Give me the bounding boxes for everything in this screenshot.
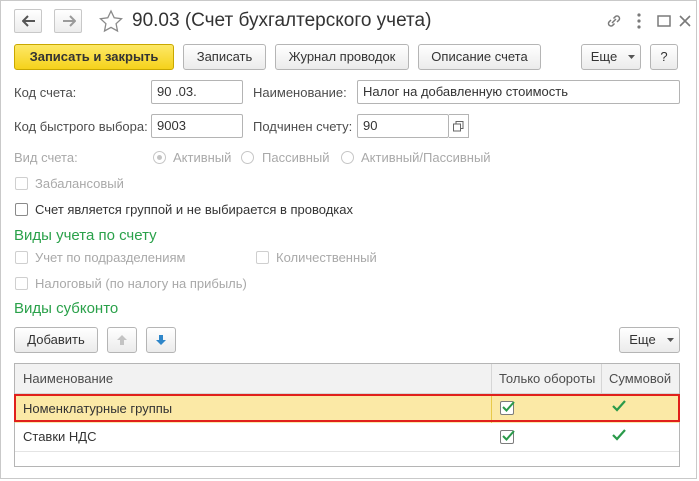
subconto-section-title: Виды субконто	[14, 300, 119, 317]
subconto-table: Наименование Только обороты Суммовой Ном…	[14, 363, 680, 467]
column-divider	[601, 364, 602, 394]
is-group-checkbox[interactable]	[15, 203, 28, 216]
maximize-icon[interactable]	[654, 11, 674, 31]
account-code-label: Код счета:	[14, 85, 77, 100]
turnover-only-checkbox[interactable]	[500, 430, 515, 444]
open-parent-button[interactable]	[449, 114, 469, 138]
subconto-more-button[interactable]: Еще	[619, 327, 680, 353]
back-button[interactable]	[14, 9, 42, 33]
type-active-label: Активный	[173, 150, 232, 165]
tax-checkbox[interactable]	[15, 277, 28, 290]
close-icon[interactable]	[675, 11, 695, 31]
quick-code-label: Код быстрого выбора:	[14, 119, 148, 134]
name-label: Наименование:	[253, 85, 347, 100]
link-icon[interactable]	[604, 11, 624, 31]
save-button[interactable]: Записать	[183, 44, 266, 70]
more-button[interactable]: Еще	[581, 44, 641, 70]
off-balance-checkbox[interactable]	[15, 177, 28, 190]
dropdown-arrow-icon	[667, 338, 674, 342]
name-field[interactable]: Налог на добавленную стоимость	[357, 80, 680, 104]
account-type-label: Вид счета:	[14, 150, 78, 165]
arrow-down-icon	[156, 335, 166, 345]
quantitative-label: Количественный	[276, 250, 377, 265]
quick-code-field[interactable]: 9003	[151, 114, 243, 138]
move-up-button[interactable]	[107, 327, 137, 353]
arrow-right-icon	[63, 15, 76, 27]
type-active-passive-radio[interactable]	[341, 151, 354, 164]
window-title: 90.03 (Счет бухгалтерского учета)	[132, 10, 432, 31]
help-button[interactable]: ?	[650, 44, 678, 70]
quantitative-checkbox[interactable]	[256, 251, 269, 264]
subconto-more-label: Еще	[629, 332, 656, 347]
type-active-passive-label: Активный/Пассивный	[361, 150, 491, 165]
dropdown-arrow-icon	[628, 55, 635, 59]
save-and-close-button[interactable]: Записать и закрыть	[14, 44, 174, 70]
account-description-button[interactable]: Описание счета	[418, 44, 541, 70]
type-passive-radio[interactable]	[241, 151, 254, 164]
star-icon[interactable]	[98, 9, 124, 33]
off-balance-label: Забалансовый	[35, 176, 124, 191]
is-group-label: Счет является группой и не выбирается в …	[35, 202, 353, 217]
open-form-icon	[453, 121, 464, 132]
more-button-label: Еще	[590, 49, 618, 64]
column-header-name[interactable]: Наименование	[15, 364, 491, 394]
add-button[interactable]: Добавить	[14, 327, 98, 353]
kebab-menu-icon[interactable]	[629, 11, 649, 31]
forward-button[interactable]	[54, 9, 82, 33]
arrow-left-icon	[22, 15, 35, 27]
column-header-turnover[interactable]: Только обороты	[491, 364, 601, 394]
column-divider	[491, 364, 492, 394]
row-highlight-frame	[14, 394, 680, 422]
checkmark-icon	[502, 430, 515, 441]
move-down-button[interactable]	[146, 327, 176, 353]
by-department-checkbox[interactable]	[15, 251, 28, 264]
tax-label: Налоговый (по налогу на прибыль)	[35, 276, 247, 291]
type-passive-label: Пассивный	[262, 150, 330, 165]
type-active-radio[interactable]	[153, 151, 166, 164]
table-row[interactable]: Ставки НДС	[15, 423, 679, 451]
column-header-sum[interactable]: Суммовой	[601, 364, 679, 394]
accounting-section-title: Виды учета по счету	[14, 227, 157, 244]
row-divider	[15, 451, 679, 452]
parent-account-label: Подчинен счету:	[253, 119, 353, 134]
account-code-field[interactable]: 90 .03.	[151, 80, 243, 104]
by-department-label: Учет по подразделениям	[35, 250, 186, 265]
account-form-window: 90.03 (Счет бухгалтерского учета) Записа…	[0, 0, 697, 479]
journal-button[interactable]: Журнал проводок	[275, 44, 409, 70]
sum-checkmark-icon	[612, 429, 626, 441]
row-name-cell: Ставки НДС	[23, 429, 97, 444]
arrow-up-icon	[117, 335, 127, 345]
parent-account-field[interactable]: 90	[357, 114, 449, 138]
